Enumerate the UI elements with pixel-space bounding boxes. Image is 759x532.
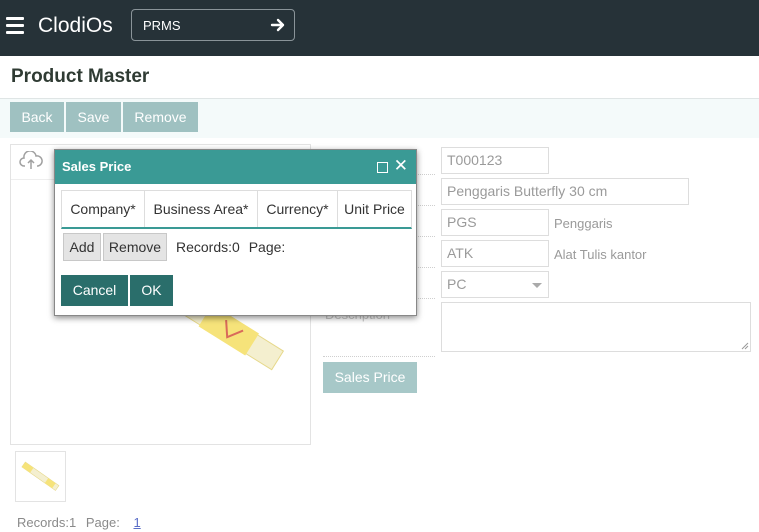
name-field[interactable]: Penggaris Butterfly 30 cm: [441, 178, 689, 205]
records-info: Records:0 Page:: [176, 239, 285, 255]
app-selector-label: PRMS: [143, 18, 181, 33]
dropdown-caret-icon: [532, 283, 542, 288]
dialog-header: Sales Price ✕: [55, 150, 416, 184]
top-bar: ClodiOs PRMS: [0, 0, 759, 56]
maximize-icon[interactable]: [377, 162, 388, 173]
description-textarea[interactable]: [441, 302, 751, 352]
arrow-right-icon: [270, 18, 285, 32]
page-label: Page:: [85, 515, 120, 530]
image-pager: Records:1 Page: 1: [17, 515, 141, 530]
page-link[interactable]: 1: [133, 515, 140, 530]
ok-button[interactable]: OK: [130, 275, 173, 306]
sales-price-dialog: Sales Price ✕ Company* Business Area* Cu…: [54, 149, 417, 316]
image-thumbnail[interactable]: [15, 451, 66, 502]
column-header[interactable]: Business Area*: [145, 191, 258, 227]
divider: [323, 356, 435, 357]
page-label: Page:: [248, 239, 286, 255]
uom-value: PC: [447, 276, 467, 292]
cloud-upload-icon[interactable]: [19, 151, 43, 171]
add-row-button[interactable]: Add: [63, 233, 101, 261]
thumbnail-image: [21, 461, 60, 491]
close-icon[interactable]: ✕: [394, 157, 408, 174]
app-selector[interactable]: PRMS: [131, 9, 295, 41]
sales-price-grid: Company* Business Area* Currency* Unit P…: [61, 190, 412, 229]
code-field[interactable]: T000123: [441, 147, 549, 174]
dialog-title: Sales Price: [62, 159, 132, 174]
sales-price-button[interactable]: Sales Price: [323, 362, 417, 393]
cancel-button[interactable]: Cancel: [61, 275, 128, 306]
records-count: Records:0: [176, 239, 240, 255]
save-button[interactable]: Save: [66, 102, 121, 132]
group-name: Penggaris: [554, 216, 613, 231]
uom-select[interactable]: PC: [441, 271, 549, 298]
remove-button[interactable]: Remove: [123, 102, 198, 132]
brand-logo: ClodiOs: [38, 14, 113, 37]
records-count: Records:1: [17, 515, 77, 530]
menu-icon[interactable]: [6, 17, 24, 35]
category-name: Alat Tulis kantor: [554, 247, 647, 262]
toolbar: Back Save Remove: [0, 99, 759, 138]
remove-row-button[interactable]: Remove: [103, 233, 167, 261]
column-header[interactable]: Currency*: [258, 191, 338, 227]
resize-handle-icon[interactable]: [741, 342, 749, 350]
back-button[interactable]: Back: [10, 102, 64, 132]
column-header[interactable]: Unit Price: [338, 191, 411, 227]
page-title: Product Master: [11, 66, 150, 87]
column-header[interactable]: Company*: [62, 191, 145, 227]
category-code-field[interactable]: ATK: [441, 240, 549, 267]
group-code-field[interactable]: PGS: [441, 209, 549, 236]
